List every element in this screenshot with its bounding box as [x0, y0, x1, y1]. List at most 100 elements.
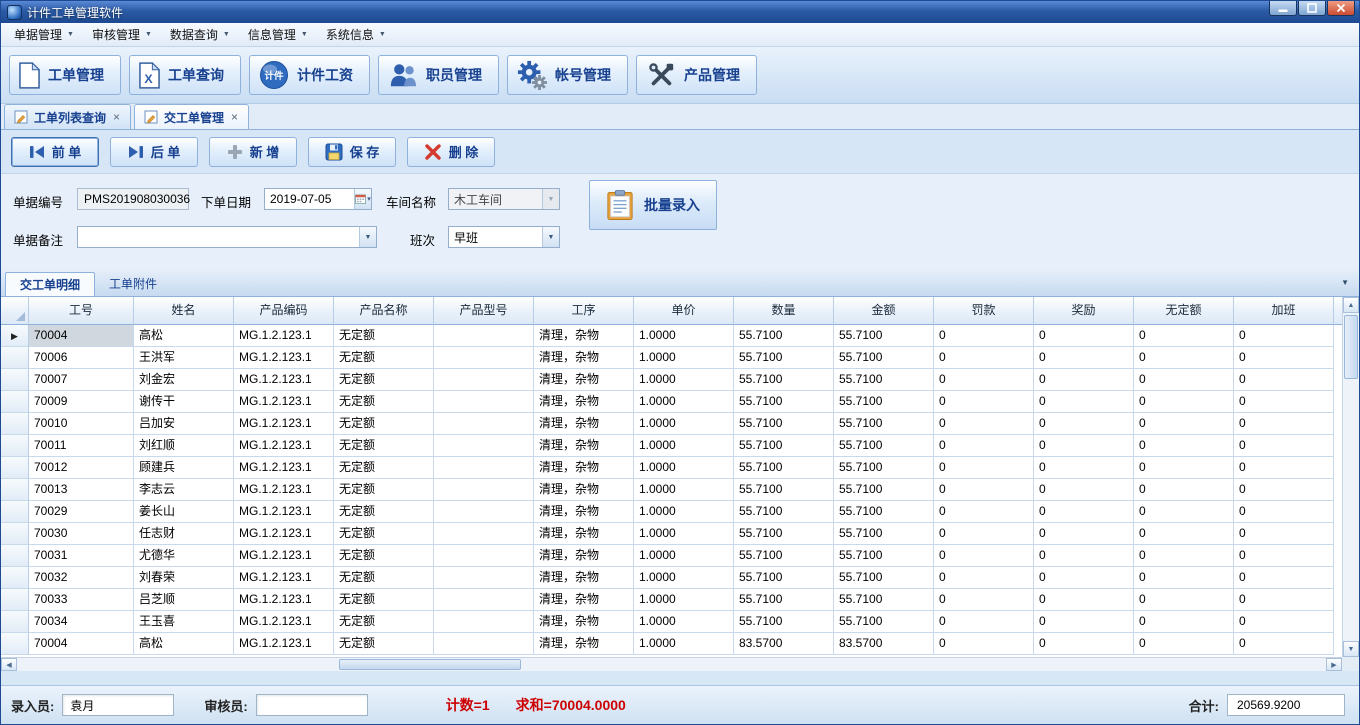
grid-cell[interactable]: 70031 — [29, 545, 134, 567]
scroll-left-icon[interactable]: ◀ — [1, 658, 17, 671]
workshop-select[interactable]: 木工车间 ▼ — [448, 188, 560, 210]
grid-cell[interactable]: 0 — [1234, 545, 1334, 567]
workorder-query-button[interactable]: X工单查询 — [129, 55, 241, 95]
grid-cell[interactable]: 清理，杂物 — [534, 479, 634, 501]
grid-cell[interactable]: 高松 — [134, 633, 234, 655]
grid-cell[interactable]: 0 — [1034, 457, 1134, 479]
grid-cell[interactable]: 0 — [934, 413, 1034, 435]
grid-cell[interactable]: MG.1.2.123.1 — [234, 347, 334, 369]
grid-cell[interactable]: 李志云 — [134, 479, 234, 501]
column-header[interactable]: 罚款 — [934, 297, 1034, 325]
grid-cell[interactable]: MG.1.2.123.1 — [234, 325, 334, 347]
grid-cell[interactable]: 无定额 — [334, 479, 434, 501]
grid-cell[interactable]: 尤德华 — [134, 545, 234, 567]
menu-audit-mgmt[interactable]: 审核管理▼ — [83, 23, 161, 46]
table-row[interactable]: 70011刘红顺MG.1.2.123.1无定额清理，杂物1.000055.710… — [1, 435, 1342, 457]
grid-cell[interactable]: 55.7100 — [734, 435, 834, 457]
table-row[interactable]: 70029姜长山MG.1.2.123.1无定额清理，杂物1.000055.710… — [1, 501, 1342, 523]
column-header[interactable]: 产品型号 — [434, 297, 534, 325]
grid-cell[interactable]: 无定额 — [334, 457, 434, 479]
grid-cell[interactable]: 0 — [1034, 633, 1134, 655]
grid-cell[interactable]: 无定额 — [334, 611, 434, 633]
column-header[interactable]: 工序 — [534, 297, 634, 325]
minimize-button[interactable] — [1269, 1, 1297, 16]
grid-cell[interactable]: 55.7100 — [734, 369, 834, 391]
grid-cell[interactable]: 0 — [1134, 501, 1234, 523]
grid-cell[interactable]: 55.7100 — [734, 457, 834, 479]
row-selector[interactable] — [1, 545, 29, 567]
chevron-down-icon[interactable]: ▼ — [1341, 278, 1349, 287]
table-row[interactable]: ▶70004高松MG.1.2.123.1无定额清理，杂物1.000055.710… — [1, 325, 1342, 347]
grid-cell[interactable]: 55.7100 — [734, 391, 834, 413]
grid-cell[interactable]: 1.0000 — [634, 589, 734, 611]
column-header[interactable]: 工号 — [29, 297, 134, 325]
grid-cell[interactable]: 1.0000 — [634, 325, 734, 347]
shift-select[interactable]: 早班 ▼ — [448, 226, 560, 248]
grid-cell[interactable]: 0 — [934, 435, 1034, 457]
grid-cell[interactable]: 0 — [1034, 413, 1134, 435]
vertical-scroll-thumb[interactable] — [1344, 315, 1358, 379]
grid-cell[interactable]: 1.0000 — [634, 435, 734, 457]
grid-cell[interactable]: 55.7100 — [834, 567, 934, 589]
grid-cell[interactable]: 1.0000 — [634, 545, 734, 567]
grid-cell[interactable]: 55.7100 — [734, 545, 834, 567]
tab-workorder-list-query[interactable]: 工单列表查询× — [4, 104, 131, 129]
grid-cell[interactable]: 0 — [1234, 567, 1334, 589]
grid-cell[interactable]: 55.7100 — [734, 501, 834, 523]
grid-cell[interactable]: 王玉喜 — [134, 611, 234, 633]
grid-cell[interactable]: 0 — [1134, 545, 1234, 567]
grid-cell[interactable]: 55.7100 — [834, 347, 934, 369]
table-row[interactable]: 70013李志云MG.1.2.123.1无定额清理，杂物1.000055.710… — [1, 479, 1342, 501]
grid-cell[interactable]: 70004 — [29, 633, 134, 655]
grid-cell[interactable]: MG.1.2.123.1 — [234, 435, 334, 457]
grid-cell[interactable]: 顾建兵 — [134, 457, 234, 479]
auditor-field[interactable] — [256, 694, 368, 716]
grid-cell[interactable] — [434, 633, 534, 655]
grid-cell[interactable]: 0 — [1234, 325, 1334, 347]
grid-cell[interactable]: 83.5700 — [734, 633, 834, 655]
grid-cell[interactable]: 清理，杂物 — [534, 369, 634, 391]
grid-cell[interactable]: 0 — [1134, 369, 1234, 391]
grid-cell[interactable]: 无定额 — [334, 567, 434, 589]
grid-cell[interactable]: 无定额 — [334, 347, 434, 369]
grid-cell[interactable]: 清理，杂物 — [534, 325, 634, 347]
grid-cell[interactable]: 无定额 — [334, 391, 434, 413]
grid-cell[interactable]: 55.7100 — [834, 479, 934, 501]
grid-cell[interactable]: 0 — [934, 479, 1034, 501]
grid-cell[interactable]: 清理，杂物 — [534, 501, 634, 523]
column-header[interactable]: 数量 — [734, 297, 834, 325]
save-button[interactable]: 保 存 — [308, 137, 396, 167]
grid-cell[interactable]: 0 — [1234, 479, 1334, 501]
grid-cell[interactable]: 无定额 — [334, 545, 434, 567]
grid-cell[interactable]: 1.0000 — [634, 523, 734, 545]
grid-cell[interactable]: 1.0000 — [634, 347, 734, 369]
grid-cell[interactable]: 70032 — [29, 567, 134, 589]
grid-cell[interactable]: 0 — [934, 589, 1034, 611]
table-row[interactable]: 70012顾建兵MG.1.2.123.1无定额清理，杂物1.000055.710… — [1, 457, 1342, 479]
grid-cell[interactable]: 清理，杂物 — [534, 589, 634, 611]
grid-cell[interactable]: 清理，杂物 — [534, 545, 634, 567]
tab-close-icon[interactable]: × — [112, 110, 121, 124]
grid-cell[interactable]: 王洪军 — [134, 347, 234, 369]
grid-cell[interactable]: 55.7100 — [734, 347, 834, 369]
grid-cell[interactable]: 55.7100 — [734, 523, 834, 545]
grid-cell[interactable]: 55.7100 — [834, 435, 934, 457]
grid-cell[interactable]: 0 — [934, 545, 1034, 567]
grid-cell[interactable]: 55.7100 — [734, 479, 834, 501]
batch-entry-button[interactable]: 批量录入 — [589, 180, 717, 230]
grid-cell[interactable]: 任志财 — [134, 523, 234, 545]
close-button[interactable] — [1327, 1, 1355, 16]
grid-cell[interactable]: 55.7100 — [834, 391, 934, 413]
grid-cell[interactable]: 0 — [1134, 523, 1234, 545]
table-row[interactable]: 70031尤德华MG.1.2.123.1无定额清理，杂物1.000055.710… — [1, 545, 1342, 567]
scroll-right-icon[interactable]: ▶ — [1326, 658, 1342, 671]
order-date-picker[interactable]: 2019-07-05 ▾ — [264, 188, 372, 210]
grid-cell[interactable]: 0 — [1134, 479, 1234, 501]
grid-cell[interactable]: 0 — [1134, 347, 1234, 369]
grid-cell[interactable]: MG.1.2.123.1 — [234, 413, 334, 435]
grid-cell[interactable]: 55.7100 — [834, 523, 934, 545]
grid-cell[interactable]: 清理，杂物 — [534, 611, 634, 633]
grid-cell[interactable]: 1.0000 — [634, 479, 734, 501]
grid-cell[interactable]: 70029 — [29, 501, 134, 523]
grid-cell[interactable]: 1.0000 — [634, 611, 734, 633]
